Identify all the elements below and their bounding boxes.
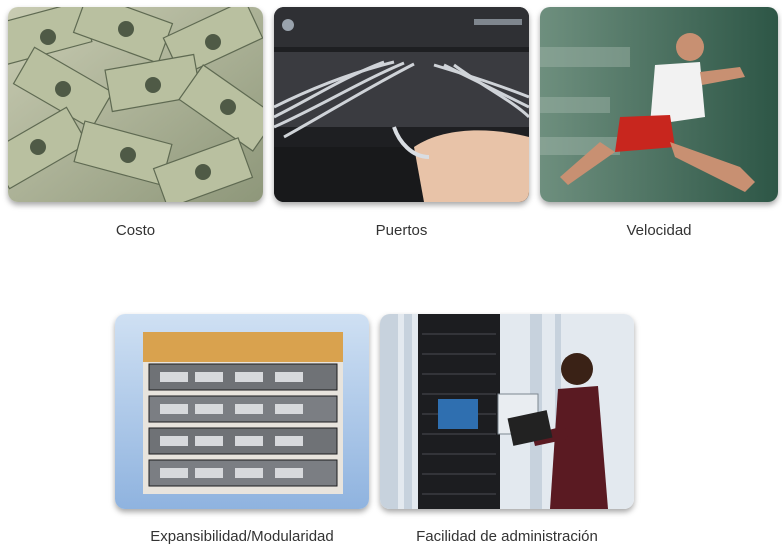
management-card[interactable] [380,314,634,509]
management-label: Facilidad de administración [416,528,598,545]
money-image [8,7,263,202]
speed-card[interactable] [540,7,778,202]
runner-image [540,7,778,202]
expandability-card[interactable] [115,314,369,509]
cost-card[interactable] [8,7,263,202]
routers-image [115,314,369,509]
ports-label: Puertos [375,222,428,239]
expandability-label: Expansibilidad/Modularidad [150,528,334,545]
datacenter-image [380,314,634,509]
cost-label: Costo [115,222,156,239]
ports-card[interactable] [274,7,529,202]
switch-ports-image [274,7,529,202]
speed-label: Velocidad [626,222,692,239]
